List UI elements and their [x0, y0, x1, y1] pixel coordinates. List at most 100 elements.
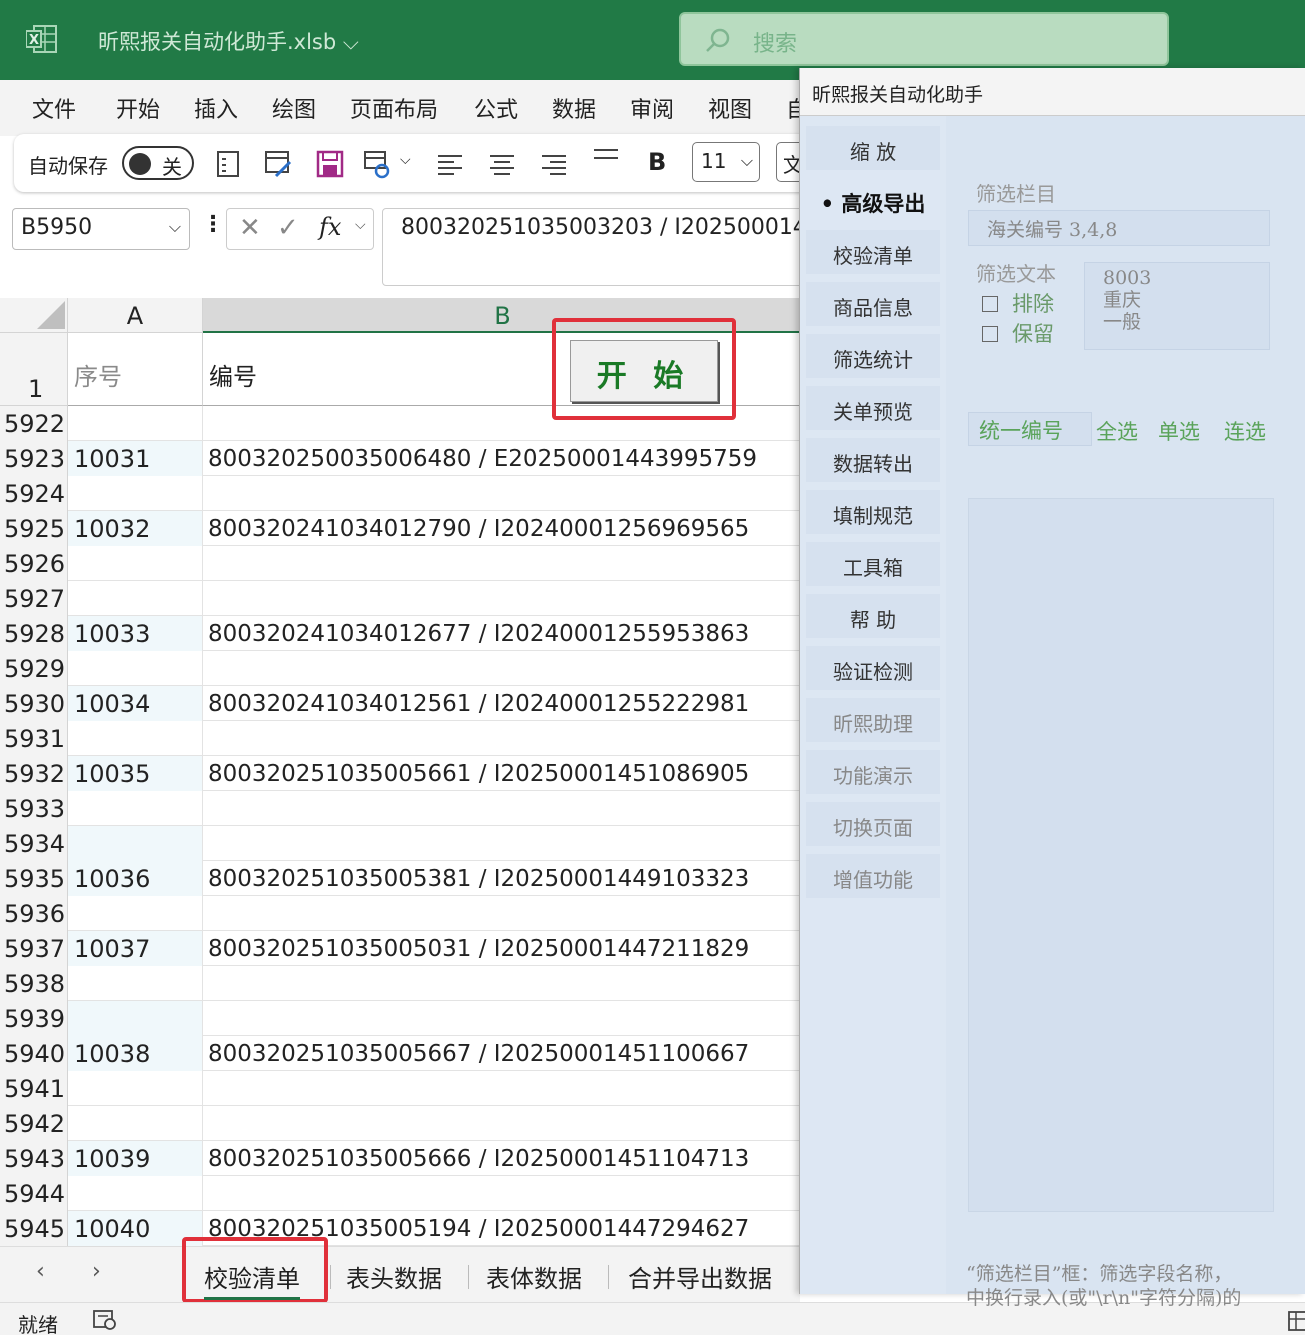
sheet-tab-header-data[interactable]: 表头数据 — [346, 1259, 442, 1294]
cell-index[interactable] — [68, 406, 203, 441]
select-all-corner[interactable] — [0, 298, 68, 333]
cell-number[interactable] — [203, 406, 800, 441]
row-header[interactable]: 5937 — [0, 931, 68, 966]
single-select-link[interactable]: 单选 — [1158, 416, 1200, 446]
cell-index[interactable]: 10039 — [68, 1141, 203, 1176]
cell-number[interactable] — [203, 1176, 800, 1211]
row-header[interactable]: 5941 — [0, 1071, 68, 1106]
cell-index[interactable]: 10032 — [68, 511, 203, 546]
nav-toolbox[interactable]: 工具箱 — [806, 542, 940, 586]
align-center-icon[interactable] — [486, 148, 518, 180]
cell-number[interactable] — [203, 1001, 800, 1036]
filter-text-input[interactable]: 8003 重庆 一般 — [1084, 262, 1270, 350]
document-title[interactable]: 昕熙报关自动化助手.xlsb ⌵ — [98, 26, 359, 56]
cell-number[interactable]: 800320251035005667 / I20250001451100667 — [203, 1036, 800, 1071]
cell-index[interactable] — [68, 1106, 203, 1141]
row-header[interactable]: 5938 — [0, 966, 68, 1001]
row-header[interactable]: 5924 — [0, 476, 68, 511]
cell-index[interactable]: 10034 — [68, 686, 203, 721]
cell-index[interactable]: 10036 — [68, 861, 203, 896]
row-header[interactable]: 5932 — [0, 756, 68, 791]
cell-index[interactable] — [68, 1001, 203, 1036]
row-header[interactable]: 5936 — [0, 896, 68, 931]
cell-number[interactable]: 800320241034012790 / I20240001256969565 — [203, 511, 800, 546]
result-list[interactable] — [968, 498, 1274, 1212]
more-options-icon[interactable]: ⋮ — [202, 212, 224, 237]
cell-index[interactable] — [68, 791, 203, 826]
cell-number[interactable] — [203, 546, 800, 581]
confirm-icon[interactable]: ✓ — [277, 213, 299, 243]
cell-number[interactable] — [203, 651, 800, 686]
cell-number[interactable]: 800320251035005661 / I20250001451086905 — [203, 756, 800, 791]
menu-home[interactable]: 开始 — [116, 92, 160, 124]
cell-number[interactable] — [203, 966, 800, 1001]
header-cell-index[interactable]: 序号 — [68, 333, 203, 406]
nav-data-transfer[interactable]: 数据转出 — [806, 438, 940, 482]
cancel-icon[interactable]: ✕ — [239, 213, 261, 243]
nav-verification[interactable]: 验证检测 — [806, 646, 940, 690]
cell-index[interactable] — [68, 476, 203, 511]
sheet-tab-check-list[interactable]: 校验清单 — [204, 1259, 300, 1300]
cell-index[interactable]: 10037 — [68, 931, 203, 966]
save-icon[interactable] — [314, 148, 346, 180]
font-size-select[interactable]: 11 ⌵ — [692, 142, 760, 182]
row-header[interactable]: 5923 — [0, 441, 68, 476]
row-header[interactable]: 5939 — [0, 1001, 68, 1036]
nav-zoom[interactable]: 缩 放 — [806, 126, 940, 170]
nav-filter-stats[interactable]: 筛选统计 — [806, 334, 940, 378]
autosave-toggle[interactable]: 关 — [122, 146, 194, 180]
align-top-icon[interactable] — [590, 144, 622, 176]
row-header[interactable]: 5925 — [0, 511, 68, 546]
chevron-down-icon[interactable]: ⌵ — [355, 217, 366, 233]
insert-function-icon[interactable]: fx — [319, 213, 341, 241]
nav-assistant[interactable]: 昕熙助理 — [806, 698, 940, 742]
sheet-tab-body-data[interactable]: 表体数据 — [486, 1259, 582, 1294]
cell-index[interactable]: 10033 — [68, 616, 203, 651]
bold-icon[interactable]: B — [648, 148, 666, 176]
row-header[interactable]: 5930 — [0, 686, 68, 721]
chevron-right-icon[interactable]: › — [92, 1259, 101, 1284]
cell-number[interactable] — [203, 1106, 800, 1141]
start-button[interactable]: 开 始 — [570, 340, 718, 402]
nav-filling-rules[interactable]: 填制规范 — [806, 490, 940, 534]
row-header[interactable]: 1 — [0, 333, 68, 406]
edit-form-icon[interactable] — [262, 148, 294, 180]
cell-number[interactable] — [203, 1071, 800, 1106]
cell-index[interactable] — [68, 581, 203, 616]
column-header-a[interactable]: A — [68, 298, 203, 333]
menu-formulas[interactable]: 公式 — [474, 92, 518, 124]
menu-draw[interactable]: 绘图 — [272, 92, 316, 124]
cell-index[interactable] — [68, 826, 203, 861]
cell-number[interactable]: 800320251035005031 / I20250001447211829 — [203, 931, 800, 966]
row-header[interactable]: 5945 — [0, 1211, 68, 1246]
row-header[interactable]: 5943 — [0, 1141, 68, 1176]
name-box[interactable]: B5950 ⌵ — [12, 208, 190, 250]
row-header[interactable]: 5942 — [0, 1106, 68, 1141]
menu-review[interactable]: 审阅 — [630, 92, 674, 124]
nav-switch-page[interactable]: 切换页面 — [806, 802, 940, 846]
menu-insert[interactable]: 插入 — [194, 92, 238, 124]
row-header[interactable]: 5929 — [0, 651, 68, 686]
row-header[interactable]: 5931 — [0, 721, 68, 756]
align-right-icon[interactable] — [538, 148, 570, 180]
cell-index[interactable] — [68, 1071, 203, 1106]
row-header[interactable]: 5933 — [0, 791, 68, 826]
cell-number[interactable] — [203, 476, 800, 511]
cell-index[interactable] — [68, 651, 203, 686]
exclude-checkbox[interactable]: 排除 — [982, 288, 1054, 318]
menu-data[interactable]: 数据 — [552, 92, 596, 124]
nav-advanced-export[interactable]: • 高级导出 — [806, 178, 940, 222]
nav-declaration-preview[interactable]: 关单预览 — [806, 386, 940, 430]
row-header[interactable]: 5926 — [0, 546, 68, 581]
cell-index[interactable] — [68, 546, 203, 581]
cell-number[interactable]: 800320251035005666 / I20250001451104713 — [203, 1141, 800, 1176]
menu-page-layout[interactable]: 页面布局 — [350, 92, 438, 124]
nav-value-added[interactable]: 增值功能 — [806, 854, 940, 898]
search-box[interactable]: 搜索 — [679, 12, 1169, 66]
keep-checkbox[interactable]: 保留 — [982, 318, 1054, 348]
cell-number[interactable] — [203, 581, 800, 616]
chevron-left-icon[interactable]: ‹ — [36, 1259, 45, 1284]
form-icon[interactable] — [212, 148, 244, 180]
cell-number[interactable] — [203, 896, 800, 931]
cell-number[interactable] — [203, 721, 800, 756]
